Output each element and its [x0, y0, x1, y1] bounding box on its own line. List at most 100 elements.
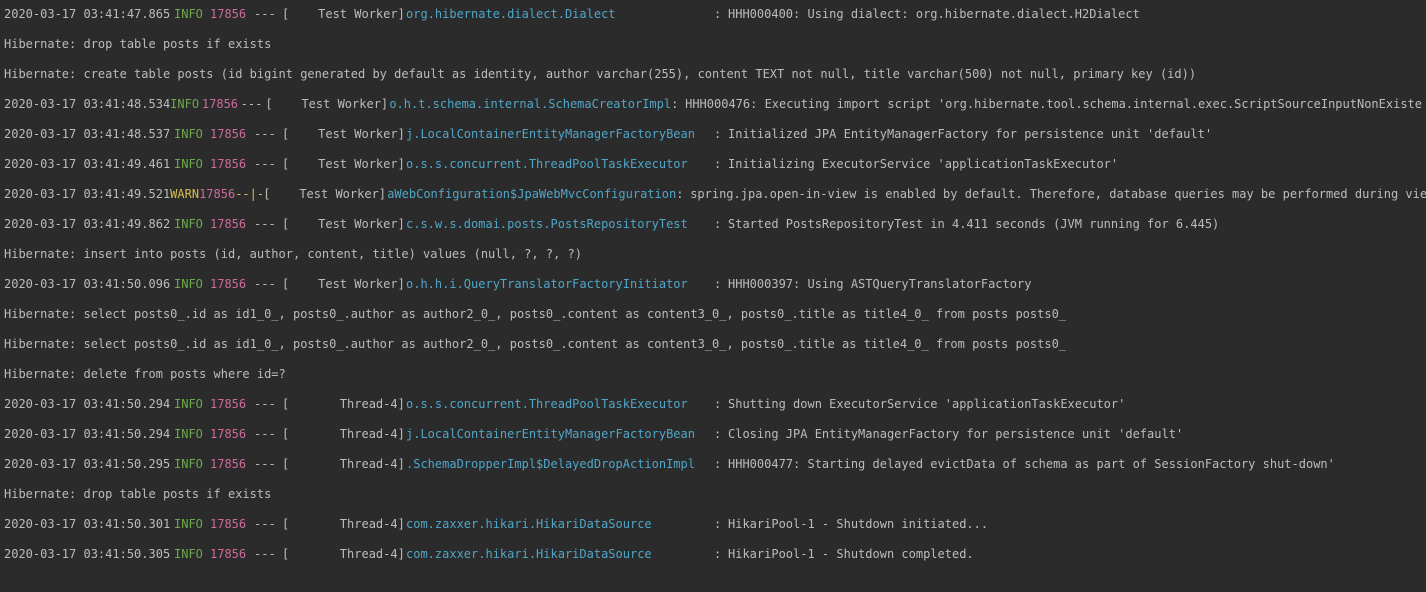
log-gap — [4, 381, 1422, 396]
log-timestamp: 2020-03-17 03:41:49.862 — [4, 218, 174, 230]
log-line: 2020-03-17 03:41:49.461INFO17856---[ Tes… — [4, 156, 1422, 171]
log-gap — [4, 561, 1422, 576]
log-gap — [4, 141, 1422, 156]
log-line: 2020-03-17 03:41:50.294INFO17856---[ Thr… — [4, 426, 1422, 441]
log-message: HHH000397: Using ASTQueryTranslatorFacto… — [728, 278, 1031, 290]
log-level: INFO — [174, 428, 210, 440]
log-level: INFO — [174, 128, 210, 140]
log-level: INFO — [174, 398, 210, 410]
log-logger: aWebConfiguration$JpaWebMvcConfiguration — [387, 188, 676, 200]
log-message: HHH000400: Using dialect: org.hibernate.… — [728, 8, 1140, 20]
log-separator-dash: --- — [254, 128, 282, 140]
log-logger: o.s.s.concurrent.ThreadPoolTaskExecutor — [406, 398, 714, 410]
log-thread: [ Thread-4] — [282, 458, 406, 470]
log-line: Hibernate: drop table posts if exists — [4, 36, 1422, 51]
log-timestamp: 2020-03-17 03:41:49.461 — [4, 158, 174, 170]
log-pid: 17856 — [210, 428, 254, 440]
log-thread: [ Test Worker] — [263, 188, 387, 200]
log-gap — [4, 171, 1422, 186]
log-level: INFO — [170, 98, 202, 110]
log-message: Initialized JPA EntityManagerFactory for… — [728, 128, 1212, 140]
log-thread: [ Test Worker] — [282, 128, 406, 140]
log-logger: org.hibernate.dialect.Dialect — [406, 8, 714, 20]
log-timestamp: 2020-03-17 03:41:50.305 — [4, 548, 174, 560]
log-pid: 17856 — [210, 548, 254, 560]
log-level: INFO — [174, 158, 210, 170]
log-message: Shutting down ExecutorService 'applicati… — [728, 398, 1125, 410]
log-separator-dash: --- — [254, 518, 282, 530]
log-line: 2020-03-17 03:41:49.862INFO17856---[ Tes… — [4, 216, 1422, 231]
console-log-output: 2020-03-17 03:41:47.865INFO17856---[ Tes… — [0, 0, 1426, 582]
log-thread: [ Thread-4] — [282, 398, 406, 410]
log-thread: [ Test Worker] — [282, 218, 406, 230]
log-pid: 17856 — [210, 128, 254, 140]
log-gap — [4, 321, 1422, 336]
hibernate-sql-line: Hibernate: delete from posts where id=? — [4, 368, 286, 380]
log-message: Closing JPA EntityManagerFactory for per… — [728, 428, 1183, 440]
log-pid: 17856 — [210, 278, 254, 290]
log-level: INFO — [174, 548, 210, 560]
log-thread: [ Thread-4] — [282, 428, 406, 440]
log-timestamp: 2020-03-17 03:41:50.295 — [4, 458, 174, 470]
log-level: INFO — [174, 8, 210, 20]
log-line: 2020-03-17 03:41:50.305INFO17856---[ Thr… — [4, 546, 1422, 561]
log-colon: : — [714, 428, 728, 440]
hibernate-sql-line: Hibernate: drop table posts if exists — [4, 38, 271, 50]
log-logger: c.s.w.s.domai.posts.PostsRepositoryTest — [406, 218, 714, 230]
hibernate-sql-line: Hibernate: select posts0_.id as id1_0_, … — [4, 338, 1066, 350]
log-gap — [4, 291, 1422, 306]
log-level: INFO — [174, 458, 210, 470]
log-pid: 17856 — [210, 218, 254, 230]
log-gap — [4, 231, 1422, 246]
hibernate-sql-line: Hibernate: create table posts (id bigint… — [4, 68, 1196, 80]
log-message: Initializing ExecutorService 'applicatio… — [728, 158, 1118, 170]
log-line: Hibernate: select posts0_.id as id1_0_, … — [4, 306, 1422, 321]
log-gap — [4, 441, 1422, 456]
log-separator-dash: --|- — [235, 188, 263, 200]
log-logger: j.LocalContainerEntityManagerFactoryBean — [406, 428, 714, 440]
log-colon: : — [714, 398, 728, 410]
log-gap — [4, 411, 1422, 426]
log-message: HHH000477: Starting delayed evictData of… — [728, 458, 1335, 470]
log-separator-dash: --- — [254, 398, 282, 410]
hibernate-sql-line: Hibernate: insert into posts (id, author… — [4, 248, 582, 260]
log-timestamp: 2020-03-17 03:41:50.294 — [4, 428, 174, 440]
log-separator-dash: --- — [254, 8, 282, 20]
log-line: Hibernate: insert into posts (id, author… — [4, 246, 1422, 261]
log-gap — [4, 501, 1422, 516]
log-line: 2020-03-17 03:41:48.537INFO17856---[ Tes… — [4, 126, 1422, 141]
log-line: 2020-03-17 03:41:50.294INFO17856---[ Thr… — [4, 396, 1422, 411]
log-thread: [ Test Worker] — [282, 278, 406, 290]
log-line: 2020-03-17 03:41:47.865INFO17856---[ Tes… — [4, 6, 1422, 21]
log-level: INFO — [174, 278, 210, 290]
log-thread: [ Test Worker] — [282, 8, 406, 20]
log-logger: .SchemaDropperImpl$DelayedDropActionImpl — [406, 458, 714, 470]
log-message: HHH000476: Executing import script 'org.… — [685, 98, 1422, 110]
log-separator-dash: --- — [254, 548, 282, 560]
log-thread: [ Thread-4] — [282, 548, 406, 560]
log-line: 2020-03-17 03:41:50.295INFO17856---[ Thr… — [4, 456, 1422, 471]
log-line: Hibernate: drop table posts if exists — [4, 486, 1422, 501]
log-thread: [ Test Worker] — [265, 98, 389, 110]
log-separator-dash: --- — [254, 458, 282, 470]
log-pid: 17856 — [210, 458, 254, 470]
log-colon: : — [714, 218, 728, 230]
log-gap — [4, 471, 1422, 486]
hibernate-sql-line: Hibernate: drop table posts if exists — [4, 488, 271, 500]
log-message: Started PostsRepositoryTest in 4.411 sec… — [728, 218, 1219, 230]
log-timestamp: 2020-03-17 03:41:48.534 — [4, 98, 170, 110]
log-colon: : — [671, 98, 685, 110]
log-colon: : — [714, 548, 728, 560]
log-timestamp: 2020-03-17 03:41:49.521 — [4, 188, 170, 200]
log-gap — [4, 51, 1422, 66]
log-colon: : — [714, 8, 728, 20]
log-pid: 17856 — [202, 98, 241, 110]
log-line: 2020-03-17 03:41:50.096INFO17856---[ Tes… — [4, 276, 1422, 291]
log-level: WARN — [170, 188, 199, 200]
log-gap — [4, 21, 1422, 36]
log-thread: [ Thread-4] — [282, 518, 406, 530]
log-gap — [4, 261, 1422, 276]
log-separator-dash: --- — [241, 98, 266, 110]
log-message: HikariPool-1 - Shutdown initiated... — [728, 518, 988, 530]
log-line: 2020-03-17 03:41:48.534INFO17856---[ Tes… — [4, 96, 1422, 111]
